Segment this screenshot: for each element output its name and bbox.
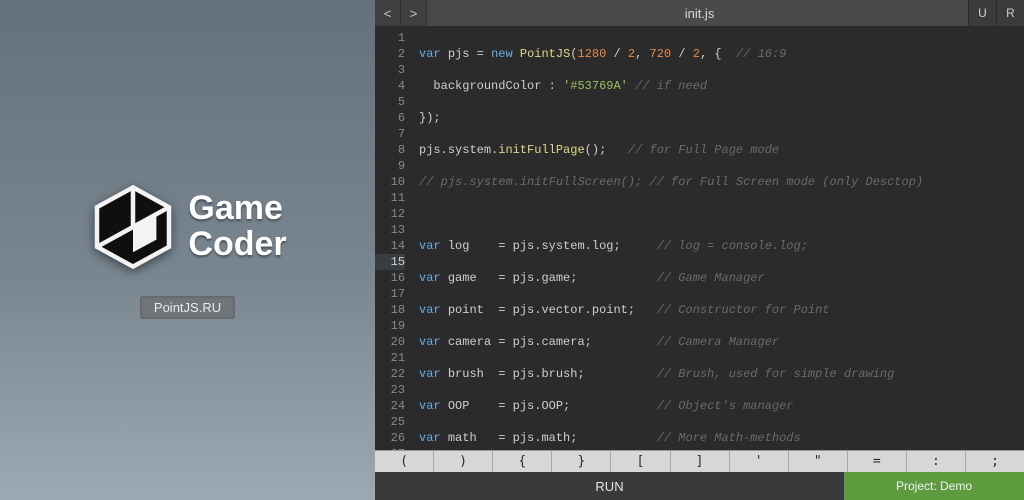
symbol-'-button[interactable]: ' [730, 451, 789, 472]
pointjs-logo-icon [88, 182, 178, 272]
tab-bar: < > init.js U R [375, 0, 1024, 26]
tab-prev-button[interactable]: < [375, 0, 401, 26]
run-button[interactable]: RUN [375, 472, 844, 500]
symbol-;-button[interactable]: ; [966, 451, 1024, 472]
logo: Game Coder [88, 182, 286, 272]
brand-line2: Coder [188, 227, 286, 263]
project-button[interactable]: Project: Demo [844, 472, 1024, 500]
symbol-{-button[interactable]: { [493, 451, 552, 472]
symbol-(-button[interactable]: ( [375, 451, 434, 472]
splash-panel: Game Coder PointJS.RU [0, 0, 375, 500]
symbol-=-button[interactable]: = [848, 451, 907, 472]
symbol-[-button[interactable]: [ [611, 451, 670, 472]
brand-line1: Game [188, 191, 286, 227]
file-tab[interactable]: init.js [431, 0, 968, 26]
footer-bar: RUN Project: Demo [375, 472, 1024, 500]
site-badge[interactable]: PointJS.RU [140, 296, 235, 319]
tab-next-button[interactable]: > [401, 0, 427, 26]
line-gutter: 1234567891011121314151617181920212223242… [375, 26, 411, 450]
symbol-)-button[interactable]: ) [434, 451, 493, 472]
symbol-:-button[interactable]: : [907, 451, 966, 472]
editor-panel: < > init.js U R 123456789101112131415161… [375, 0, 1024, 500]
logo-text: Game Coder [188, 191, 286, 262]
symbol-toolbar: (){}[]'"=:; [375, 450, 1024, 472]
symbol-"-button[interactable]: " [789, 451, 848, 472]
code-area[interactable]: var pjs = new PointJS(1280 / 2, 720 / 2,… [411, 26, 1024, 450]
symbol-]-button[interactable]: ] [671, 451, 730, 472]
redo-button[interactable]: R [996, 0, 1024, 26]
symbol-}-button[interactable]: } [552, 451, 611, 472]
code-editor[interactable]: 1234567891011121314151617181920212223242… [375, 26, 1024, 450]
undo-button[interactable]: U [968, 0, 996, 26]
